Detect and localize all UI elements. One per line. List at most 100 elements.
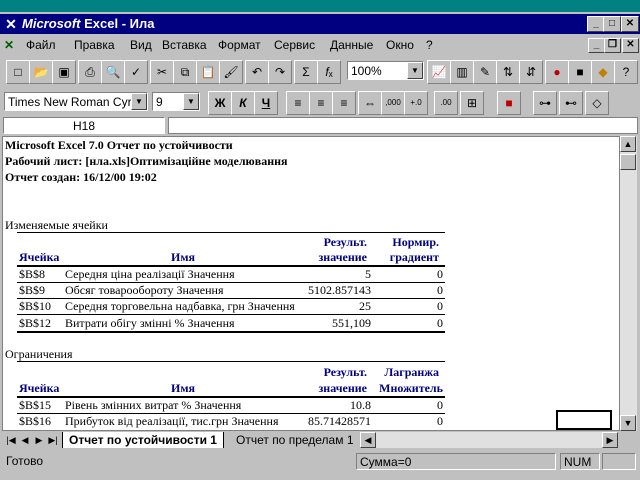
align-left-icon[interactable]: ≡ [286, 91, 310, 115]
col-header-value: Результ. [323, 235, 367, 249]
decrease-decimal-icon[interactable]: .00 [434, 91, 458, 115]
doc-minimize-button[interactable]: _ [588, 38, 605, 53]
menu-file[interactable]: Файл [26, 38, 56, 52]
spelling-icon[interactable]: ✓ [124, 60, 148, 84]
comma-style-icon[interactable]: ,000 [381, 91, 405, 115]
sort-descending-icon[interactable]: ⇵ [519, 60, 543, 84]
excel-app-icon[interactable]: ✕ [3, 16, 19, 32]
menu-view[interactable]: Вид [130, 38, 152, 52]
ungroup-icon[interactable]: ⊷ [559, 91, 583, 115]
menu-tools[interactable]: Сервис [274, 38, 315, 52]
new-icon[interactable]: □ [6, 60, 30, 84]
underline-button[interactable]: Ч [254, 91, 278, 115]
row-cell: $B$15 [19, 398, 52, 412]
color-icon[interactable]: ■ [497, 91, 521, 115]
row-gradient: 0 [437, 316, 443, 330]
col-header-multiplier: Множитель [379, 381, 443, 395]
section-changing-cells-title: Изменяемые ячейки [5, 218, 108, 232]
row-value: 551,109 [332, 316, 371, 330]
row-cell: $B$12 [19, 316, 52, 330]
menu-data[interactable]: Данные [330, 38, 373, 52]
status-num: NUM [560, 453, 600, 470]
name-box[interactable]: H18 [3, 117, 165, 134]
save-icon[interactable]: ▣ [52, 60, 76, 84]
zoom-select[interactable]: 100% ▼ [347, 61, 424, 80]
close-button[interactable]: ✕ [621, 16, 639, 32]
chevron-down-icon[interactable]: ▼ [407, 62, 423, 79]
record-icon[interactable]: ● [545, 60, 569, 84]
print-icon[interactable]: ⎙ [78, 60, 102, 84]
title-bar[interactable]: ✕ Microsoft Excel - Ила _ □ ✕ [0, 14, 640, 34]
cut-icon[interactable]: ✂ [150, 60, 174, 84]
doc-close-button[interactable]: ✕ [622, 38, 639, 53]
col-header-cell: Ячейка [19, 250, 60, 264]
menu-window[interactable]: Окно [386, 38, 414, 52]
scroll-right-icon[interactable]: ▶ [602, 432, 618, 448]
status-bar: Готово Сумма=0 NUM [0, 451, 640, 473]
stop-icon[interactable]: ■ [568, 60, 592, 84]
redo-icon[interactable]: ↷ [268, 60, 292, 84]
col-header-gradient: Нормир. [392, 235, 439, 249]
first-sheet-icon[interactable]: |◀ [4, 433, 18, 447]
tab-limits-report[interactable]: Отчет по пределам 1 [230, 432, 361, 448]
chevron-down-icon[interactable]: ▼ [131, 93, 147, 110]
scroll-down-icon[interactable]: ▼ [620, 415, 636, 431]
last-sheet-icon[interactable]: ▶| [46, 433, 60, 447]
doc-restore-button[interactable]: ❐ [604, 38, 621, 53]
row-name: Середня торговельна надбавка, грн Значен… [65, 299, 295, 313]
row-name: Обсяг товарообороту Значення [65, 283, 224, 297]
col-header-value-2: значение [318, 381, 367, 395]
group-icon[interactable]: ⊶ [533, 91, 557, 115]
bar-chart-icon[interactable]: ▥ [450, 60, 474, 84]
row-value: 10.8 [350, 398, 371, 412]
italic-button[interactable]: К [231, 91, 255, 115]
formula-input[interactable] [168, 117, 638, 134]
shapes-icon[interactable]: ◇ [585, 91, 609, 115]
worksheet[interactable]: Microsoft Excel 7.0 Отчет по устойчивост… [2, 136, 620, 431]
section-divider [17, 232, 445, 233]
col-header-name: Имя [171, 250, 195, 264]
merge-center-icon[interactable]: ⇔ [358, 91, 382, 115]
tipwizard-icon[interactable]: ◆ [591, 60, 615, 84]
borders-icon[interactable]: ⊞ [460, 91, 484, 115]
report-worksheet: Рабочий лист: [нла.xls]Оптимізаційне мод… [5, 154, 288, 168]
scroll-thumb[interactable] [620, 154, 636, 170]
print-preview-icon[interactable]: 🔍 [101, 60, 125, 84]
horizontal-scrollbar[interactable]: ◀ ▶ [360, 432, 618, 448]
maximize-button[interactable]: □ [603, 16, 621, 32]
copy-icon[interactable]: ⧉ [173, 60, 197, 84]
format-painter-icon[interactable]: 🖌 [219, 60, 243, 84]
autosum-icon[interactable]: Σ [294, 60, 318, 84]
tab-sensitivity-report[interactable]: Отчет по устойчивости 1 [62, 432, 224, 448]
row-cell: $B$16 [19, 414, 52, 428]
workbook-icon[interactable]: ✕ [4, 38, 18, 52]
vertical-scrollbar[interactable]: ▲ ▼ [620, 136, 637, 431]
paste-icon[interactable]: 📋 [196, 60, 220, 84]
formula-bar: H18 [0, 117, 640, 135]
selected-cell[interactable] [556, 410, 612, 430]
menu-format[interactable]: Формат [218, 38, 261, 52]
function-wizard-icon[interactable]: fₓ [317, 60, 341, 84]
chevron-down-icon[interactable]: ▼ [183, 93, 199, 110]
font-size-select[interactable]: 9 ▼ [152, 92, 200, 111]
row-lagrange: 0 [437, 414, 443, 428]
align-right-icon[interactable]: ≡ [332, 91, 356, 115]
open-icon[interactable]: 📂 [29, 60, 53, 84]
next-sheet-icon[interactable]: ▶ [32, 433, 46, 447]
font-select[interactable]: Times New Roman Cyr ▼ [4, 92, 148, 111]
drawing-icon[interactable]: ✎ [473, 60, 497, 84]
menu-help[interactable]: ? [426, 38, 433, 52]
sort-ascending-icon[interactable]: ⇅ [496, 60, 520, 84]
undo-icon[interactable]: ↶ [245, 60, 269, 84]
scroll-up-icon[interactable]: ▲ [620, 136, 636, 152]
scroll-left-icon[interactable]: ◀ [360, 432, 376, 448]
align-center-icon[interactable]: ≡ [309, 91, 333, 115]
chart-wizard-icon[interactable]: 📈 [427, 60, 451, 84]
menu-edit[interactable]: Правка [74, 38, 115, 52]
help-icon[interactable]: ? [614, 60, 638, 84]
window-title: Microsoft Excel - Ила [22, 16, 155, 31]
bold-button[interactable]: Ж [208, 91, 232, 115]
increase-decimal-icon[interactable]: +.0 [404, 91, 428, 115]
menu-insert[interactable]: Вставка [162, 38, 207, 52]
prev-sheet-icon[interactable]: ◀ [18, 433, 32, 447]
